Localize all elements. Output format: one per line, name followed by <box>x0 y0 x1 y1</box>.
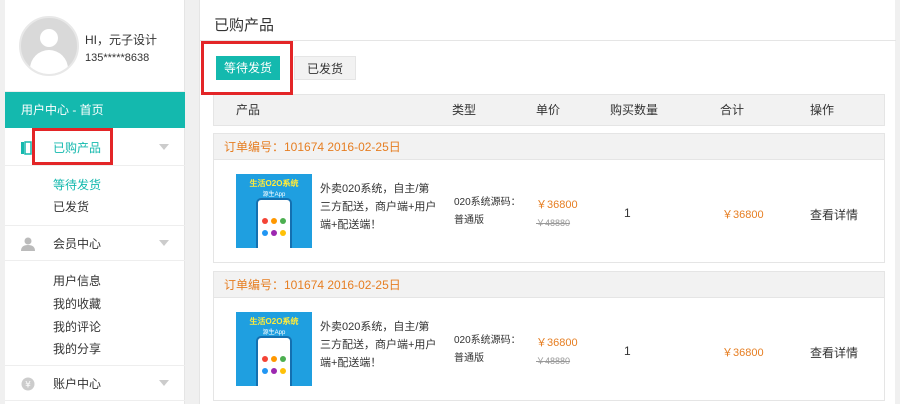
order-card: 订单编号：101674 2016-02-25日 生活O2O系统 源生App 外卖… <box>213 271 885 401</box>
app-dot <box>262 356 268 362</box>
original-price: ￥48880 <box>536 218 571 228</box>
orders-icon <box>21 141 35 155</box>
app-dot <box>271 218 277 224</box>
product-description[interactable]: 外卖020系统，自主/第三方配送，商户端+用户端+配送端！ <box>320 318 440 372</box>
chevron-down-icon <box>159 144 169 150</box>
quantity: 1 <box>624 206 631 220</box>
main-panel: 已购产品 等待发货 已发货 产品 类型 单价 购买数量 合计 操作 订单编号：1… <box>199 0 896 404</box>
phone-mockup <box>256 336 292 386</box>
user-phone: 135*****8638 <box>85 52 150 64</box>
user-center-home-link[interactable]: 用户中心 - 首页 <box>5 92 185 128</box>
chevron-down-icon <box>159 380 169 386</box>
svg-text:¥: ¥ <box>25 381 31 391</box>
user-greeting: HI，元子设计 <box>85 33 158 47</box>
order-number: 订单编号：101674 2016-02-25日 <box>214 134 884 160</box>
user-icon <box>21 237 35 251</box>
column-header-total: 合计 <box>720 103 745 117</box>
column-header-price: 单价 <box>536 103 561 117</box>
quantity: 1 <box>624 344 631 358</box>
sidebar-item-favorites[interactable]: 我的收藏 <box>53 295 101 312</box>
order-number: 订单编号：101674 2016-02-25日 <box>214 272 884 298</box>
sidebar: HI，元子设计 135*****8638 用户中心 - 首页 已购产品 等待发货… <box>5 0 185 404</box>
product-thumbnail[interactable]: 生活O2O系统 源生App <box>236 174 312 248</box>
avatar-head-shape <box>40 29 58 47</box>
column-header-action: 操作 <box>810 103 835 117</box>
sidebar-group-label: 账户中心 <box>53 377 102 391</box>
original-price: ￥48880 <box>536 356 571 366</box>
column-header-type: 类型 <box>452 103 477 117</box>
thumbnail-title: 生活O2O系统 <box>249 179 299 188</box>
view-details-link[interactable]: 查看详情 <box>810 344 858 361</box>
app-dot <box>280 230 286 236</box>
thumbnail-subtitle: 源生App <box>262 330 286 336</box>
app-dot <box>271 368 277 374</box>
avatar-body-shape <box>30 50 68 74</box>
product-description[interactable]: 外卖020系统，自主/第三方配送，商户端+用户端+配送端！ <box>320 180 440 234</box>
product-thumbnail[interactable]: 生活O2O系统 源生App <box>236 312 312 386</box>
thumbnail-title: 生活O2O系统 <box>249 317 299 326</box>
sidebar-item-user-info[interactable]: 用户信息 <box>53 272 101 289</box>
unit-price: ￥36800 <box>536 337 578 349</box>
phone-mockup <box>256 198 292 248</box>
thumbnail-subtitle: 源生App <box>262 192 286 198</box>
order-total: ￥36800 <box>722 209 764 221</box>
profile-card: HI，元子设计 135*****8638 <box>5 0 184 92</box>
app-dot <box>280 368 286 374</box>
tab-waiting-shipment[interactable]: 等待发货 <box>216 56 280 80</box>
column-header-product: 产品 <box>236 103 261 117</box>
unit-price: ￥36800 <box>536 199 578 211</box>
sidebar-group-account[interactable]: ¥ 账户中心 <box>5 365 185 401</box>
sidebar-group-label: 会员中心 <box>53 237 102 251</box>
app-dot <box>271 230 277 236</box>
sidebar-group-label: 已购产品 <box>53 141 102 155</box>
account-icon: ¥ <box>21 377 35 391</box>
product-type: 020系统源码：普通版 <box>454 197 521 226</box>
view-details-link[interactable]: 查看详情 <box>810 206 858 223</box>
app-dot <box>280 218 286 224</box>
sidebar-group-member[interactable]: 会员中心 <box>5 225 185 261</box>
title-divider <box>200 40 896 41</box>
app-dot <box>280 356 286 362</box>
tab-shipped[interactable]: 已发货 <box>294 56 356 80</box>
product-type: 020系统源码：普通版 <box>454 335 521 364</box>
app-dot <box>262 368 268 374</box>
app-dot <box>262 218 268 224</box>
order-card: 订单编号：101674 2016-02-25日 生活O2O系统 源生App 外卖… <box>213 133 885 263</box>
app-dot <box>271 356 277 362</box>
table-header: 产品 类型 单价 购买数量 合计 操作 <box>213 94 885 126</box>
chevron-down-icon <box>159 240 169 246</box>
sidebar-group-purchased[interactable]: 已购产品 <box>5 130 185 166</box>
app-dot <box>262 230 268 236</box>
sidebar-item-shares[interactable]: 我的分享 <box>53 340 101 357</box>
avatar[interactable] <box>19 16 79 76</box>
sidebar-item-comments[interactable]: 我的评论 <box>53 318 101 335</box>
order-total: ￥36800 <box>722 347 764 359</box>
sidebar-item-waiting-shipment[interactable]: 等待发货 <box>53 176 101 193</box>
column-header-quantity: 购买数量 <box>610 103 659 117</box>
sidebar-item-shipped[interactable]: 已发货 <box>53 198 89 215</box>
page-title: 已购产品 <box>214 17 275 34</box>
